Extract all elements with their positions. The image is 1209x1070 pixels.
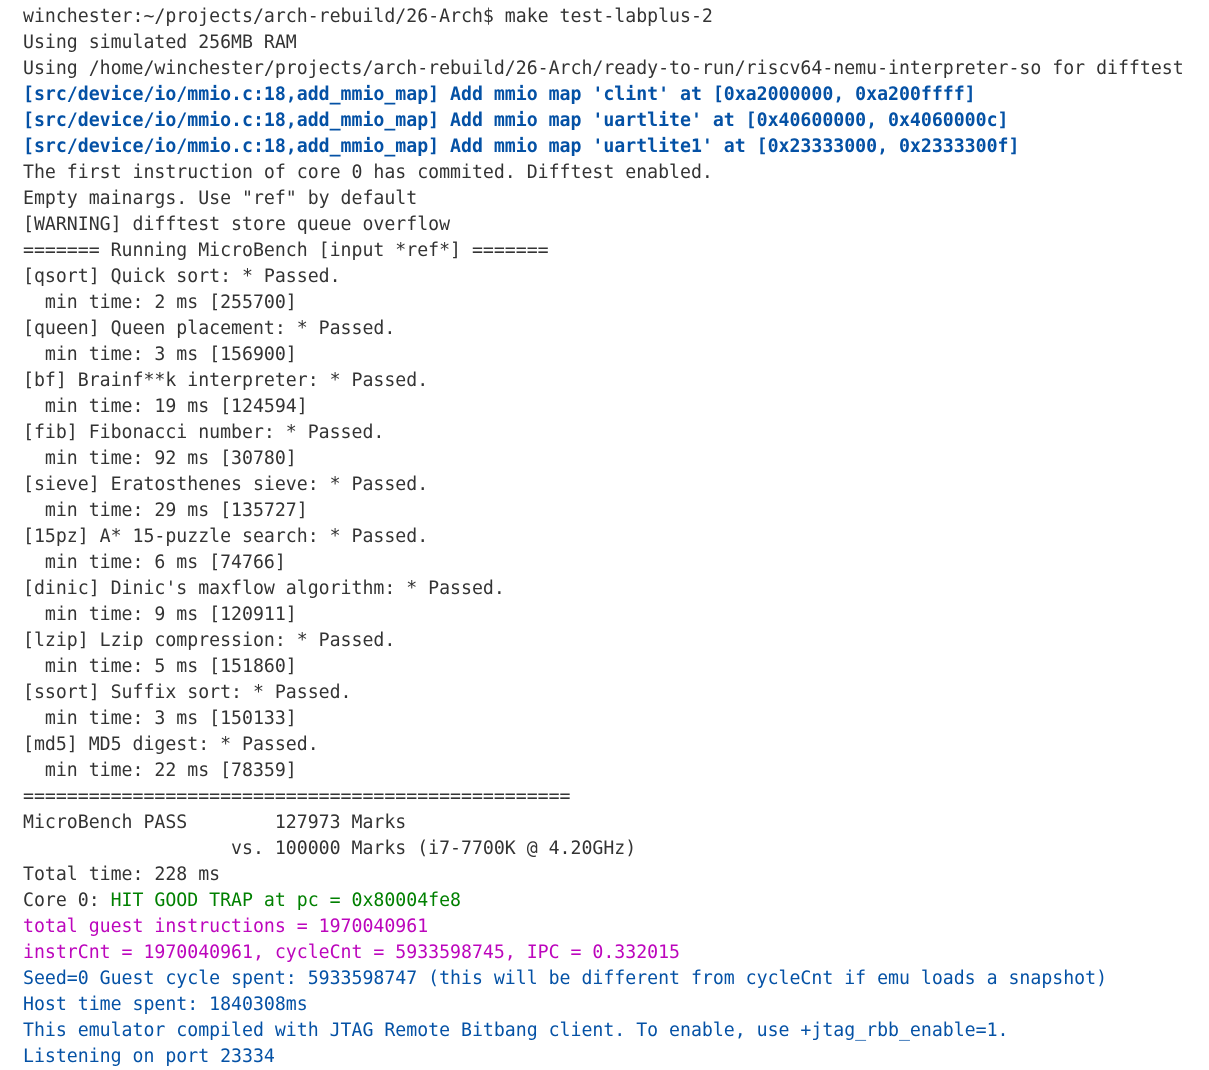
benchmark-time-line: min time: 22 ms [78359]: [23, 760, 297, 781]
benchmark-result-line: [qsort] Quick sort: * Passed.: [23, 266, 341, 287]
mmio-uartlite-line: [src/device/io/mmio.c:18,add_mmio_map] A…: [23, 110, 1009, 131]
trap-line: Core 0: HIT GOOD TRAP at pc = 0x80004fe8: [23, 888, 461, 914]
ipc-line: instrCnt = 1970040961, cycleCnt = 593359…: [23, 942, 680, 963]
benchmark-result-line: [queen] Queen placement: * Passed.: [23, 318, 396, 339]
benchmark-time-line: min time: 9 ms [120911]: [23, 604, 297, 625]
listening-port-line: Listening on port 23334: [23, 1046, 275, 1067]
benchmark-result-line: [fib] Fibonacci number: * Passed.: [23, 422, 385, 443]
host-time-line: Host time spent: 1840308ms: [23, 994, 308, 1015]
difftest-ref-line: Using /home/winchester/projects/arch-reb…: [23, 58, 1184, 79]
benchmark-time-line: min time: 6 ms [74766]: [23, 552, 286, 573]
benchmark-result-line: [15pz] A* 15-puzzle search: * Passed.: [23, 526, 429, 547]
benchmark-time-line: min time: 2 ms [255700]: [23, 292, 297, 313]
benchmark-time-line: min time: 3 ms [156900]: [23, 344, 297, 365]
ram-line: Using simulated 256MB RAM: [23, 32, 297, 53]
benchmark-time-line: min time: 5 ms [151860]: [23, 656, 297, 677]
benchmark-result-line: [dinic] Dinic's maxflow algorithm: * Pas…: [23, 578, 505, 599]
mmio-clint-line: [src/device/io/mmio.c:18,add_mmio_map] A…: [23, 84, 976, 105]
reference-marks-line: vs. 100000 Marks (i7-7700K @ 4.20GHz): [23, 838, 637, 859]
total-time-line: Total time: 228 ms: [23, 864, 221, 885]
microbench-pass-line: MicroBench PASS 127973 Marks: [23, 812, 407, 833]
benchmark-result-line: [md5] MD5 digest: * Passed.: [23, 734, 319, 755]
terminal-output[interactable]: winchester:~/projects/arch-rebuild/26-Ar…: [0, 0, 1209, 1070]
benchmark-time-line: min time: 19 ms [124594]: [23, 396, 308, 417]
warning-line: [WARNING] difftest store queue overflow: [23, 214, 451, 235]
trap-prefix: Core 0:: [23, 890, 111, 911]
jtag-info-line: This emulator compiled with JTAG Remote …: [23, 1020, 1009, 1041]
mmio-uartlite1-line: [src/device/io/mmio.c:18,add_mmio_map] A…: [23, 136, 1020, 157]
good-trap-message: HIT GOOD TRAP at pc = 0x80004fe8: [110, 890, 462, 911]
benchmark-time-line: min time: 29 ms [135727]: [23, 500, 308, 521]
benchmark-result-line: [ssort] Suffix sort: * Passed.: [23, 682, 352, 703]
first-instruction-line: The first instruction of core 0 has comm…: [23, 162, 713, 183]
benchmark-result-line: [lzip] Lzip compression: * Passed.: [23, 630, 396, 651]
guest-cycle-line: Seed=0 Guest cycle spent: 5933598747 (th…: [23, 968, 1108, 989]
prompt-line: winchester:~/projects/arch-rebuild/26-Ar…: [23, 6, 713, 27]
microbench-header-line: ======= Running MicroBench [input *ref*]…: [23, 240, 549, 261]
benchmark-time-line: min time: 3 ms [150133]: [23, 708, 297, 729]
guest-instructions-line: total guest instructions = 1970040961: [23, 916, 429, 937]
benchmark-time-line: min time: 92 ms [30780]: [23, 448, 297, 469]
mainargs-line: Empty mainargs. Use "ref" by default: [23, 188, 418, 209]
benchmark-result-line: [bf] Brainf**k interpreter: * Passed.: [23, 370, 429, 391]
separator-line: ========================================…: [23, 786, 571, 807]
benchmark-result-line: [sieve] Eratosthenes sieve: * Passed.: [23, 474, 429, 495]
